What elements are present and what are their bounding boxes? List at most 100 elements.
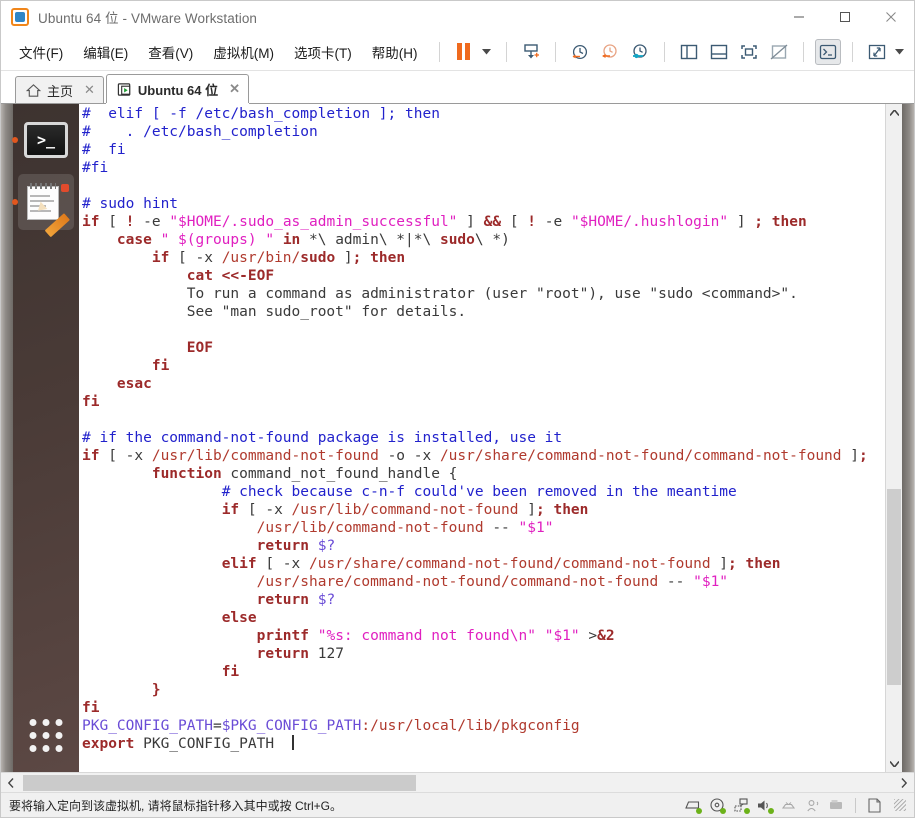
tab-ubuntu-close-icon[interactable]: ✕ [229, 81, 240, 97]
terminal-token: "$HOME/.hushlogin" [570, 214, 729, 230]
tab-home-close-icon[interactable]: ✕ [84, 82, 95, 98]
show-bottom-panel-button[interactable] [706, 39, 732, 65]
terminal-token: $? [317, 538, 336, 554]
terminal-icon [819, 44, 836, 59]
terminal-token: && [483, 214, 502, 230]
terminal-line: # elif [ -f /etc/bash_completion ]; then [82, 105, 885, 123]
terminal-token: $PKG_CONFIG_PATH [221, 718, 362, 734]
maximize-button[interactable] [822, 1, 868, 33]
tab-ubuntu-vm[interactable]: Ubuntu 64 位 ✕ [105, 74, 249, 103]
tab-home[interactable]: 主页 ✕ [15, 76, 104, 103]
terminal-token: ] [728, 214, 755, 230]
menu-tabs[interactable]: 选项卡(T) [286, 38, 360, 66]
terminal-line: if [ -x /usr/lib/command-not-found -o -x… [82, 447, 885, 465]
scrollbar-thumb[interactable] [887, 488, 901, 686]
launcher-item-terminal[interactable]: >_ [12, 112, 74, 168]
minimize-button[interactable] [776, 1, 822, 33]
terminal-token: ] [841, 448, 859, 464]
menu-file[interactable]: 文件(F) [11, 38, 71, 66]
snapshot-revert-button[interactable] [597, 39, 623, 65]
fullscreen-button[interactable] [736, 39, 762, 65]
horizontal-scrollbar-thumb[interactable] [23, 774, 416, 791]
vm-viewport[interactable]: >_ # elif [ -f /etc/bash_completion]; t… [1, 104, 914, 772]
terminal-token: ; [859, 448, 868, 464]
terminal-token: &2 [597, 628, 615, 644]
terminal-output[interactable]: # elif [ -f /etc/bash_completion ]; then… [79, 104, 885, 772]
terminal-token: /usr/share/command-not-found/command-not… [309, 556, 711, 572]
stretch-view-button[interactable] [864, 39, 890, 65]
terminal-token: sudo [439, 232, 475, 248]
launcher-item-text-editor[interactable] [12, 174, 74, 238]
terminal-token: -- [483, 520, 519, 536]
status-network-icon[interactable] [732, 797, 750, 814]
window-title: Ubuntu 64 位 - VMware Workstation [38, 10, 258, 26]
menubar: 文件(F) 编辑(E) 查看(V) 虚拟机(M) 选项卡(T) 帮助(H) [1, 33, 914, 71]
scroll-down-button[interactable] [886, 755, 902, 772]
terminal-line: See "man sudo_root" for details. [82, 303, 885, 321]
terminal-token: fi [82, 394, 100, 410]
resize-grip[interactable] [894, 799, 906, 811]
snapshot-revert-icon [601, 43, 617, 58]
apps-grid-icon[interactable] [29, 719, 63, 752]
terminal-token: : [361, 718, 371, 734]
status-sound-icon[interactable] [756, 797, 774, 814]
stretch-icon [868, 44, 885, 59]
menu-vm[interactable]: 虚拟机(M) [205, 38, 282, 66]
snapshot-settings-icon [632, 43, 647, 58]
running-indicator-dot [12, 137, 18, 143]
status-message-icon[interactable] [866, 797, 883, 813]
terminal-line: /usr/share/command-not-found/command-not… [82, 573, 885, 591]
horizontal-scrollbar-track[interactable] [21, 774, 894, 792]
scroll-up-button[interactable] [886, 104, 902, 121]
chevron-down-icon [482, 48, 491, 54]
console-view-button[interactable] [814, 38, 841, 65]
unity-mode-button[interactable] [766, 39, 792, 65]
status-cdrom-icon[interactable] [708, 797, 726, 814]
terminal-token: PKG_CONFIG_PATH [134, 736, 292, 752]
horizontal-scrollbar[interactable] [1, 772, 914, 792]
terminal-token: if [221, 502, 240, 518]
terminal-token: EOF [186, 340, 213, 356]
menu-edit[interactable]: 编辑(E) [75, 38, 136, 66]
snapshot-take-button[interactable] [518, 39, 544, 65]
scrollbar-track[interactable] [886, 121, 902, 755]
scroll-right-button[interactable] [894, 773, 914, 793]
pause-vm-button[interactable] [451, 39, 477, 65]
status-removable-icon [828, 797, 845, 813]
terminal-token: [ [99, 214, 126, 230]
status-harddisk-icon[interactable] [684, 797, 702, 814]
terminal-token: return [256, 538, 309, 554]
snapshot-manager2-button[interactable] [567, 39, 593, 65]
terminal-token: /usr/local/lib/pkgconfig [370, 718, 580, 734]
snapshot-settings-button[interactable] [627, 39, 653, 65]
terminal-token: -e [134, 214, 170, 230]
menubar-separator [663, 41, 665, 62]
vm-vertical-scrollbar[interactable] [885, 104, 902, 772]
close-button[interactable] [868, 1, 914, 33]
statusbar: 要将输入定向到该虚拟机, 请将鼠标指针移入其中或按 Ctrl+G。 [1, 792, 914, 817]
terminal-token: -e [536, 214, 571, 230]
terminal-line: PKG_CONFIG_PATH=$PKG_CONFIG_PATH:/usr/lo… [82, 717, 885, 735]
terminal-token: # fi [82, 142, 126, 158]
scroll-left-button[interactable] [1, 773, 21, 793]
menu-view[interactable]: 查看(V) [140, 38, 201, 66]
terminal-token: /usr/share/command-not-found/command-not… [256, 574, 659, 590]
stretch-dropdown-button[interactable] [892, 40, 908, 64]
terminal-line: if [ -x /usr/lib/command-not-found ]; th… [82, 501, 885, 519]
show-sidebar-button[interactable] [676, 39, 702, 65]
terminal-token: if [82, 214, 100, 230]
menu-help[interactable]: 帮助(H) [364, 38, 426, 66]
terminal-line: return $? [82, 537, 885, 555]
terminal-line: function command_not_found_handle { [82, 465, 885, 483]
terminal-line: export PKG_CONFIG_PATH [82, 735, 885, 753]
power-dropdown-button[interactable] [479, 40, 495, 64]
window-controls [776, 1, 914, 33]
notepad-pencil-icon [25, 181, 71, 238]
